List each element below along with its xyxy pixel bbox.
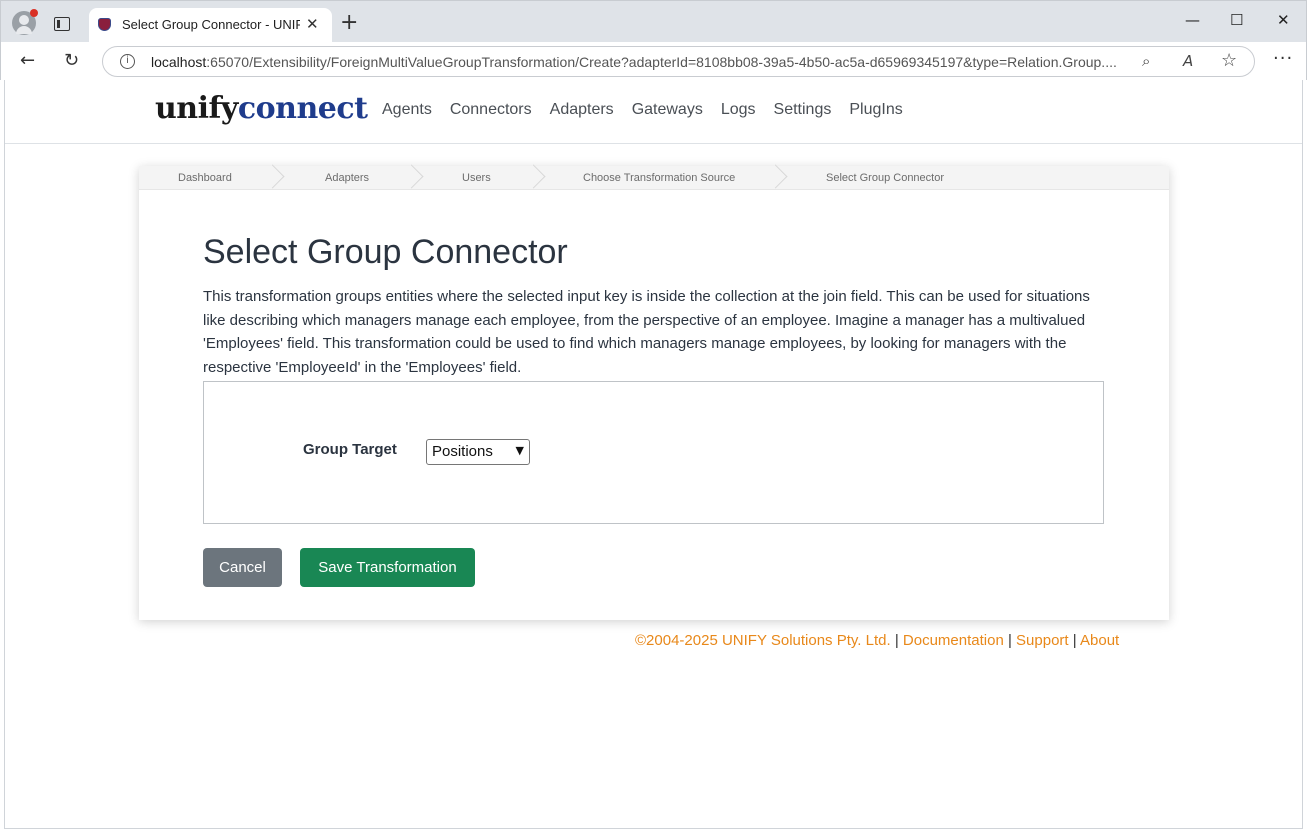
page-viewport: unifyconnect Agents Connectors Adapters … xyxy=(4,80,1303,829)
nav-item-adapters[interactable]: Adapters xyxy=(550,101,614,119)
breadcrumb-separator xyxy=(409,166,423,190)
maximize-button[interactable]: ☐ xyxy=(1230,11,1243,29)
favorite-star-icon[interactable]: ☆ xyxy=(1221,50,1237,71)
unifyconnect-logo[interactable]: unifyconnect xyxy=(155,91,368,126)
group-target-form: Group Target Positions ▼ xyxy=(203,381,1104,524)
browser-tab[interactable]: Select Group Connector - UNIFYConnect ✕ xyxy=(89,8,332,43)
notification-dot-icon xyxy=(30,9,38,17)
refresh-icon[interactable]: ↻ xyxy=(64,50,79,71)
cancel-button[interactable]: Cancel xyxy=(203,548,282,587)
nav-item-gateways[interactable]: Gateways xyxy=(632,101,703,119)
breadcrumb-separator xyxy=(773,166,787,190)
favicon-icon xyxy=(98,18,111,31)
browser-tab-bar: Select Group Connector - UNIFYConnect ✕ … xyxy=(0,0,1307,43)
nav-item-logs[interactable]: Logs xyxy=(721,101,756,119)
group-target-select[interactable]: Positions ▼ xyxy=(426,439,530,465)
site-info-icon[interactable]: i xyxy=(120,54,135,69)
footer-copyright: ©2004-2025 UNIFY Solutions Pty. Ltd. xyxy=(635,632,891,649)
breadcrumb-choose-transformation-source[interactable]: Choose Transformation Source xyxy=(583,172,735,184)
browser-address-bar: ← ↻ i localhost:65070/Extensibility/Fore… xyxy=(0,42,1307,80)
footer-separator: | xyxy=(1007,632,1012,649)
group-target-label: Group Target xyxy=(303,441,397,458)
tab-title: Select Group Connector - UNIFYConnect xyxy=(122,17,300,32)
footer: ©2004-2025 UNIFY Solutions Pty. Ltd. | D… xyxy=(635,632,1119,649)
profile-icon[interactable] xyxy=(12,9,38,35)
tab-close-icon[interactable]: ✕ xyxy=(306,15,319,33)
new-tab-button[interactable]: + xyxy=(340,11,358,35)
nav-item-settings[interactable]: Settings xyxy=(774,101,832,119)
browser-menu-icon[interactable]: ··· xyxy=(1273,48,1293,69)
footer-documentation-link[interactable]: Documentation xyxy=(903,632,1004,649)
breadcrumb-separator xyxy=(270,166,284,190)
url-host: localhost xyxy=(151,54,207,70)
profile-head xyxy=(19,15,29,25)
breadcrumb: Dashboard Adapters Users Choose Transfor… xyxy=(139,166,1169,190)
breadcrumb-separator xyxy=(531,166,545,190)
footer-support-link[interactable]: Support xyxy=(1016,632,1069,649)
zoom-icon[interactable]: ⌕ xyxy=(1142,52,1150,70)
breadcrumb-dashboard[interactable]: Dashboard xyxy=(178,172,232,184)
url-field[interactable]: i localhost:65070/Extensibility/ForeignM… xyxy=(102,46,1255,77)
back-arrow-icon[interactable]: ← xyxy=(20,50,35,71)
page-title: Select Group Connector xyxy=(203,233,568,271)
read-aloud-icon[interactable]: A xyxy=(1183,52,1193,70)
footer-separator: | xyxy=(1072,632,1077,649)
top-navbar: unifyconnect Agents Connectors Adapters … xyxy=(5,80,1302,144)
chevron-down-icon: ▼ xyxy=(515,444,524,457)
minimize-button[interactable]: — xyxy=(1185,11,1200,29)
footer-about-link[interactable]: About xyxy=(1080,632,1119,649)
group-target-selected-value: Positions xyxy=(432,443,493,460)
nav-item-agents[interactable]: Agents xyxy=(382,101,432,119)
breadcrumb-select-group-connector: Select Group Connector xyxy=(826,172,945,184)
nav-links: Agents Connectors Adapters Gateways Logs… xyxy=(382,101,903,119)
footer-separator: | xyxy=(894,632,899,649)
url-path: :65070/Extensibility/ForeignMultiValueGr… xyxy=(206,54,1117,70)
window-close-button[interactable]: ✕ xyxy=(1277,11,1290,29)
nav-item-plugins[interactable]: PlugIns xyxy=(849,101,902,119)
breadcrumb-users[interactable]: Users xyxy=(462,172,491,184)
breadcrumb-adapters[interactable]: Adapters xyxy=(325,172,369,184)
content-card: Dashboard Adapters Users Choose Transfor… xyxy=(139,166,1169,620)
url-text[interactable]: localhost:65070/Extensibility/ForeignMul… xyxy=(151,54,1117,70)
save-transformation-button[interactable]: Save Transformation xyxy=(300,548,475,587)
page-description: This transformation groups entities wher… xyxy=(203,288,1090,376)
nav-item-connectors[interactable]: Connectors xyxy=(450,101,532,119)
tab-actions-icon[interactable] xyxy=(54,17,70,31)
profile-body xyxy=(16,26,32,34)
